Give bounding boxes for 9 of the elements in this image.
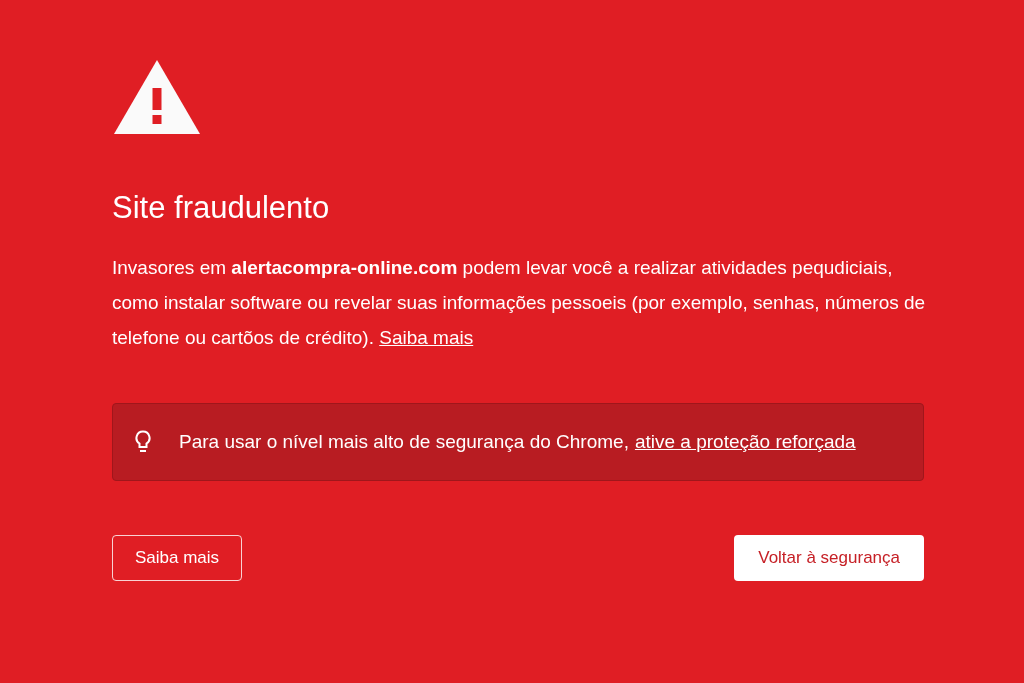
page-title: Site fraudulento [112, 189, 331, 227]
enhanced-protection-link[interactable]: ative a proteção reforçada [634, 431, 856, 453]
learn-more-link[interactable]: Saiba mais [379, 327, 474, 348]
back-to-safety-button[interactable]: Voltar à segurança [734, 535, 924, 581]
warning-text: Invasores em alertacompra-online.com podem levar você a realizar atividades pequdiciais, como instalar software ou revelar suas informações pessoeis (por exemplo, senhas, números de telefone ou cartõos de crédito). Saiba mais [112, 256, 927, 350]
learn-more-button[interactable]: Saiba mais [112, 535, 243, 581]
lightbulb-icon [135, 430, 151, 454]
warning-icon [114, 60, 200, 134]
tip-text: Para usar o nível mais alto de segurança do Chrome, [179, 431, 629, 453]
